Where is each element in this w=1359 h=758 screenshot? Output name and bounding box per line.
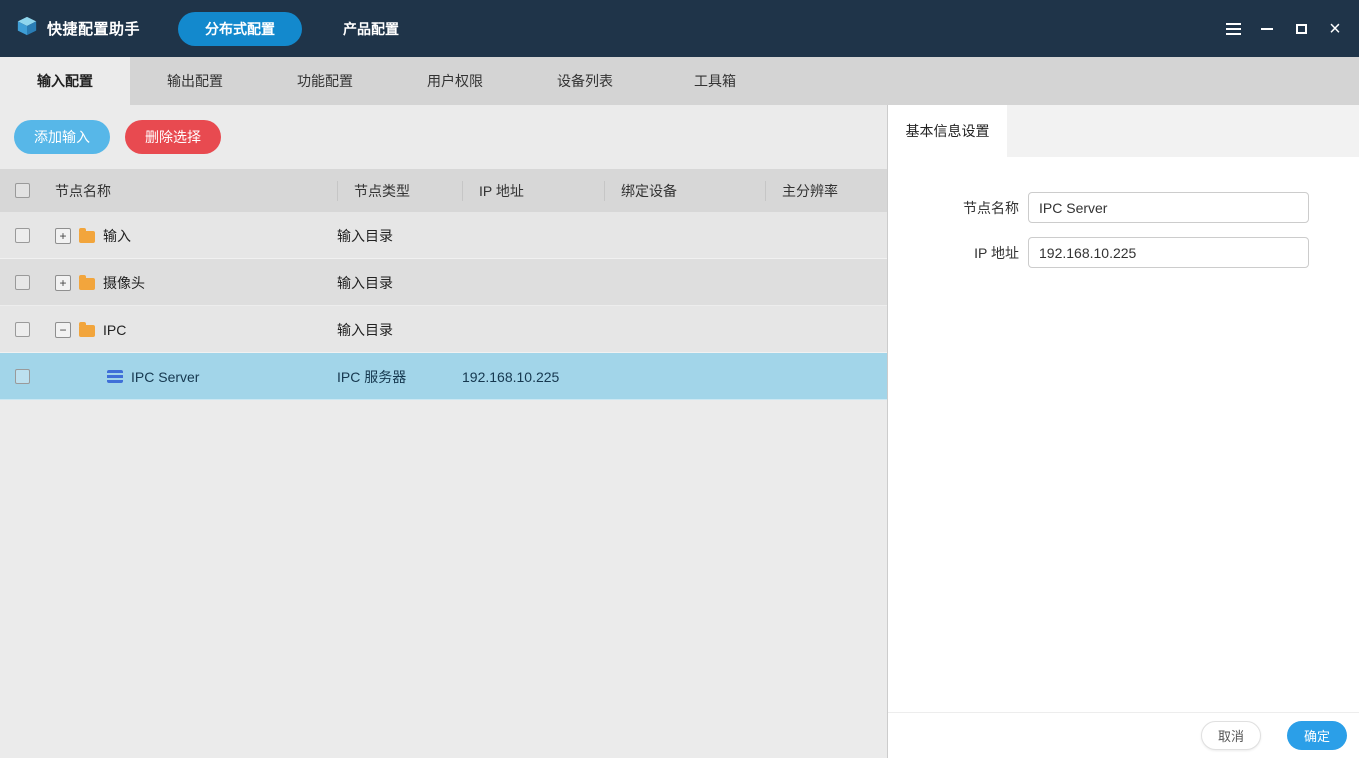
table-row-selected[interactable]: IPC Server IPC 服务器 192.168.10.225	[0, 353, 887, 400]
hamburger-menu-icon[interactable]	[1221, 17, 1245, 41]
maximize-icon[interactable]	[1289, 17, 1313, 41]
col-ip-address: IP 地址	[462, 181, 604, 201]
row-checkbox[interactable]	[15, 228, 30, 243]
form-row-node-name: 节点名称	[888, 192, 1359, 223]
window-controls: ×	[1221, 17, 1359, 41]
expand-icon[interactable]: +	[55, 275, 71, 291]
main-tabstrip: 输入配置 输出配置 功能配置 用户权限 设备列表 工具箱	[0, 57, 1359, 105]
form-row-ip-address: IP 地址	[888, 237, 1359, 268]
table-row[interactable]: − IPC 输入目录	[0, 306, 887, 353]
folder-icon	[79, 325, 95, 337]
table-header-row: 节点名称 节点类型 IP 地址 绑定设备 主分辨率	[0, 169, 887, 212]
node-table-section: 添加输入 删除选择 节点名称 节点类型 IP 地址 绑定设备 主分辨率 +	[0, 105, 887, 758]
node-type: IPC 服务器	[337, 367, 462, 387]
detail-panel: 基本信息设置 节点名称 IP 地址 取消 确定	[887, 105, 1359, 758]
tab-user-permissions[interactable]: 用户权限	[390, 57, 520, 105]
confirm-button[interactable]: 确定	[1287, 721, 1347, 750]
col-node-type: 节点类型	[337, 181, 462, 201]
node-name: 摄像头	[103, 273, 145, 293]
node-name-input[interactable]	[1028, 192, 1309, 223]
tab-input-config[interactable]: 输入配置	[0, 57, 130, 105]
folder-icon	[79, 278, 95, 290]
nav-product-config[interactable]: 产品配置	[316, 12, 426, 46]
collapse-icon[interactable]: −	[55, 322, 71, 338]
node-type: 输入目录	[337, 273, 462, 293]
row-checkbox[interactable]	[15, 322, 30, 337]
titlebar: 快捷配置助手 分布式配置 产品配置 ×	[0, 0, 1359, 57]
tab-device-list[interactable]: 设备列表	[520, 57, 650, 105]
row-checkbox[interactable]	[15, 275, 30, 290]
content-area: 添加输入 删除选择 节点名称 节点类型 IP 地址 绑定设备 主分辨率 +	[0, 105, 1359, 758]
panel-form: 节点名称 IP 地址	[888, 157, 1359, 712]
col-main-resolution: 主分辨率	[765, 181, 887, 201]
minimize-icon[interactable]	[1255, 17, 1279, 41]
node-ip: 192.168.10.225	[462, 369, 604, 385]
node-name: IPC	[103, 322, 126, 338]
close-icon[interactable]: ×	[1323, 17, 1347, 41]
app-identity: 快捷配置助手	[0, 15, 156, 42]
add-input-button[interactable]: 添加输入	[14, 120, 110, 154]
tab-function-config[interactable]: 功能配置	[260, 57, 390, 105]
nav-distributed-config[interactable]: 分布式配置	[178, 12, 302, 46]
node-type: 输入目录	[337, 320, 462, 340]
row-checkbox[interactable]	[15, 369, 30, 384]
top-nav: 分布式配置 产品配置	[178, 12, 426, 46]
app-title: 快捷配置助手	[47, 18, 140, 39]
expand-icon[interactable]: +	[55, 228, 71, 244]
app-logo-icon	[16, 15, 38, 42]
delete-selection-button[interactable]: 删除选择	[125, 120, 221, 154]
col-node-name: 节点名称	[55, 181, 337, 201]
ip-address-input[interactable]	[1028, 237, 1309, 268]
node-name-label: 节点名称	[888, 198, 1028, 218]
app-window: 快捷配置助手 分布式配置 产品配置 × 输入配置 输出配置 功能配置 用户权限 …	[0, 0, 1359, 758]
ip-address-label: IP 地址	[888, 243, 1028, 263]
node-name: 输入	[103, 226, 131, 246]
select-all-checkbox[interactable]	[15, 183, 30, 198]
header-checkbox-cell	[0, 183, 55, 198]
tab-toolbox[interactable]: 工具箱	[650, 57, 780, 105]
node-type: 输入目录	[337, 226, 462, 246]
table-row[interactable]: + 摄像头 输入目录	[0, 259, 887, 306]
col-bound-device: 绑定设备	[604, 181, 765, 201]
server-icon	[107, 370, 123, 383]
table-row[interactable]: + 输入 输入目录	[0, 212, 887, 259]
folder-icon	[79, 231, 95, 243]
node-name: IPC Server	[131, 369, 199, 385]
tab-basic-info-settings[interactable]: 基本信息设置	[888, 105, 1007, 157]
panel-footer: 取消 确定	[888, 712, 1359, 758]
panel-tabstrip: 基本信息设置	[888, 105, 1359, 157]
tab-output-config[interactable]: 输出配置	[130, 57, 260, 105]
cancel-button[interactable]: 取消	[1201, 721, 1261, 750]
table-toolbar: 添加输入 删除选择	[0, 105, 887, 169]
